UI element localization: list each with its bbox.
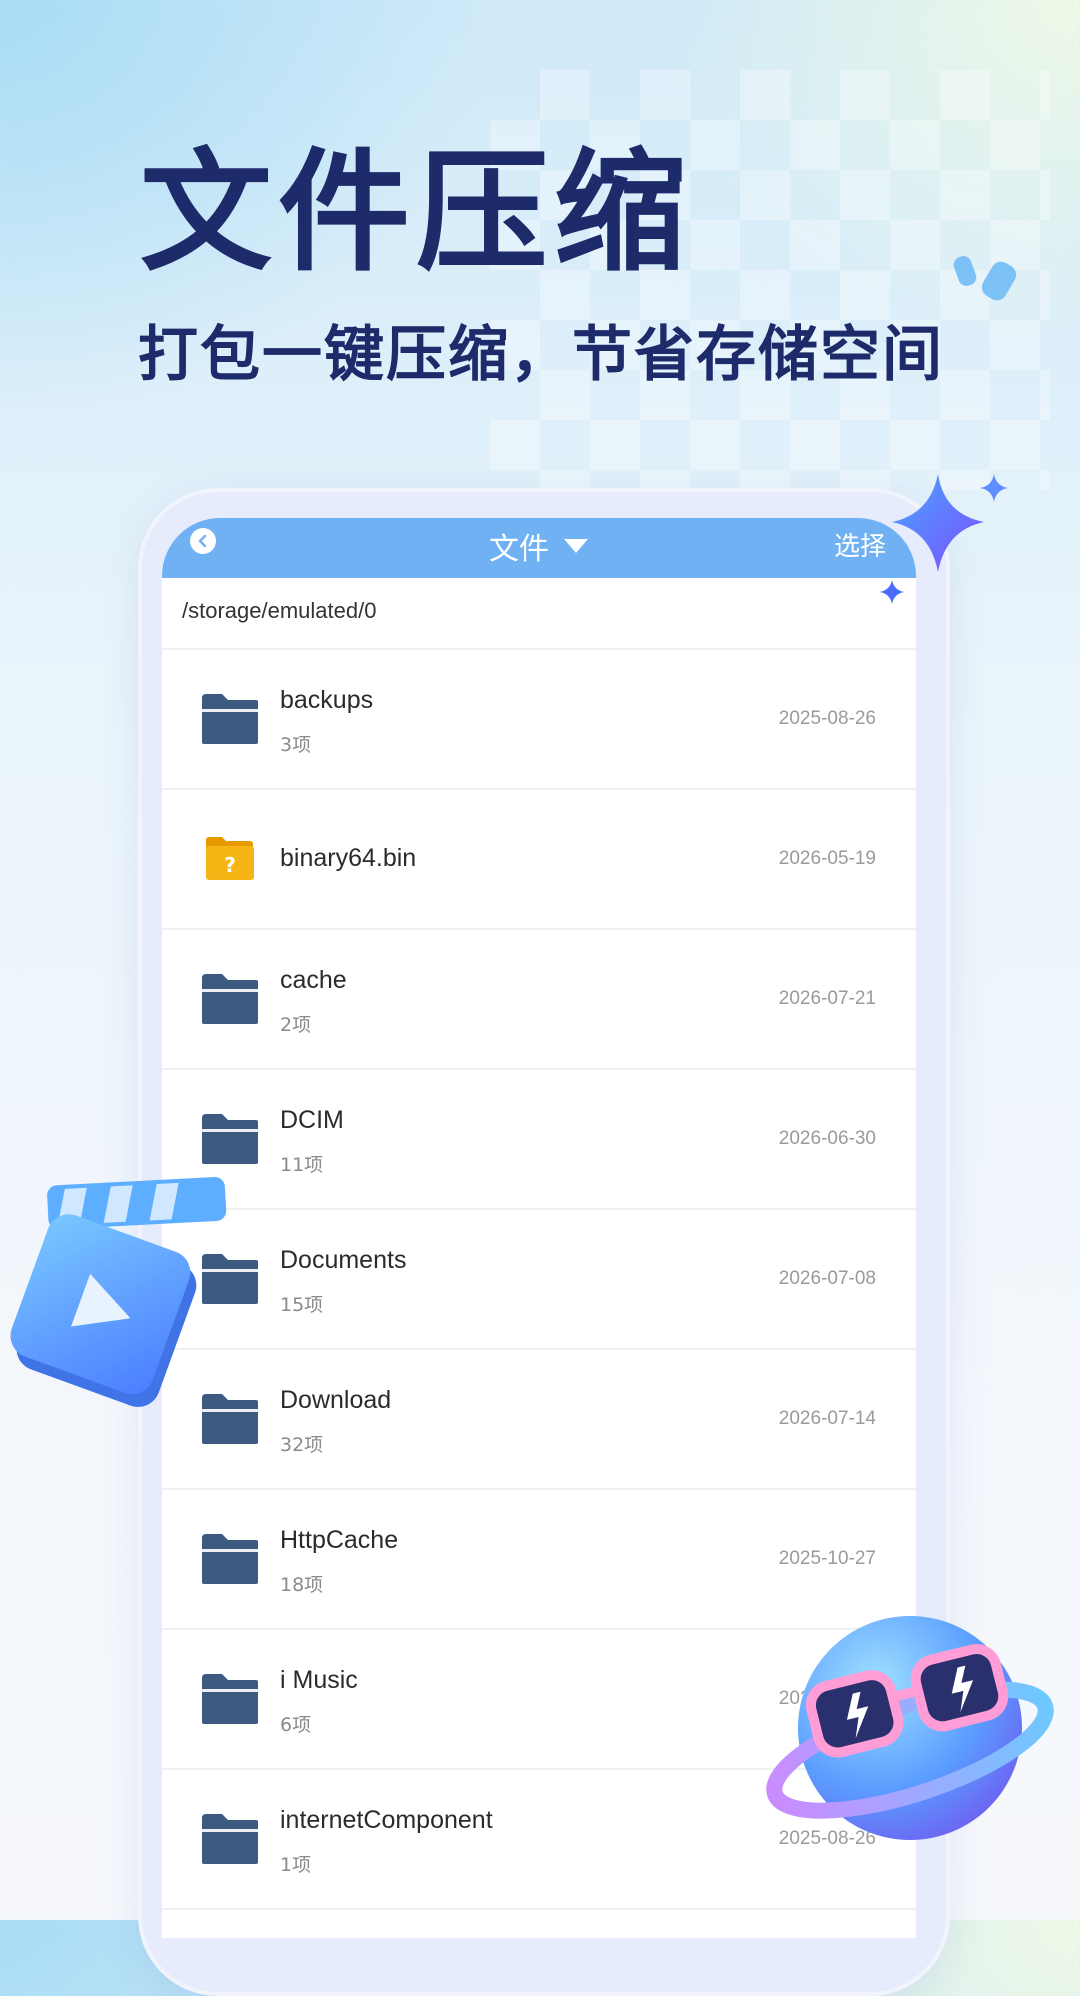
- list-item[interactable]: DCIM 11项 2026-06-30: [162, 1070, 916, 1210]
- title-dropdown[interactable]: 文件: [162, 524, 916, 568]
- item-count: 11项: [280, 1154, 324, 1176]
- file-name: cache: [280, 966, 347, 994]
- item-count: 2项: [280, 1014, 312, 1036]
- video-clapperboard-icon: [10, 1177, 227, 1407]
- decorative-quote-marks-icon: [953, 256, 1017, 301]
- list-item[interactable]: backups 3项 2025-08-26: [162, 650, 916, 790]
- app-title: 文件: [489, 532, 549, 567]
- list-item[interactable]: Download 32项 2026-07-14: [162, 1350, 916, 1490]
- item-count: 6项: [280, 1714, 312, 1736]
- file-date: 2026-07-08: [778, 1268, 876, 1289]
- folder-icon: [202, 1534, 258, 1584]
- folder-icon: [202, 974, 258, 1024]
- list-item[interactable]: Documents 15项 2026-07-08: [162, 1210, 916, 1350]
- file-name: backups: [280, 686, 374, 714]
- list-item[interactable]: ? binary64.bin 2026-05-19: [162, 790, 916, 930]
- file-date: 2026-05-19: [778, 848, 876, 869]
- file-date: 2025-08-26: [778, 708, 876, 729]
- list-item[interactable]: cache 2项 2026-07-21: [162, 930, 916, 1070]
- current-path: /storage/emulated/0: [182, 598, 377, 623]
- item-count: 32项: [280, 1434, 324, 1456]
- promo-headline: 文件压缩: [140, 136, 692, 290]
- file-name: HttpCache: [280, 1526, 399, 1554]
- file-date: 2026-07-14: [778, 1408, 876, 1429]
- promo-subline: 打包一键压缩，节省存储空间: [138, 320, 944, 390]
- file-name: DCIM: [280, 1106, 344, 1134]
- folder-icon: [202, 1814, 258, 1864]
- item-count: 1项: [280, 1854, 312, 1876]
- file-name: Download: [280, 1386, 392, 1414]
- breadcrumb: /storage/emulated/0: [162, 578, 916, 650]
- folder-icon: [202, 1674, 258, 1724]
- file-name: internetComponent: [280, 1806, 493, 1834]
- file-name: Documents: [280, 1246, 407, 1274]
- file-name: binary64.bin: [280, 844, 417, 872]
- sparkle-icon: [880, 474, 1008, 604]
- file-name: i Music: [280, 1666, 358, 1694]
- planet-mascot-icon: [766, 1616, 1054, 1840]
- item-count: 18项: [280, 1574, 324, 1596]
- app-top-bar: 文件 选择: [162, 518, 916, 578]
- unknown-file-icon: ?: [206, 837, 254, 880]
- background-outline-lettering: [0, 190, 120, 1090]
- item-count: 15项: [280, 1294, 324, 1316]
- folder-icon: [202, 1114, 258, 1164]
- folder-icon: [202, 694, 258, 744]
- file-date: 2025-10-27: [778, 1548, 876, 1569]
- item-count: 3项: [280, 734, 312, 756]
- caret-down-icon: [564, 539, 588, 553]
- file-date: 2026-07-21: [778, 988, 876, 1009]
- file-date: 2026-06-30: [778, 1128, 876, 1149]
- svg-text:?: ?: [224, 853, 236, 877]
